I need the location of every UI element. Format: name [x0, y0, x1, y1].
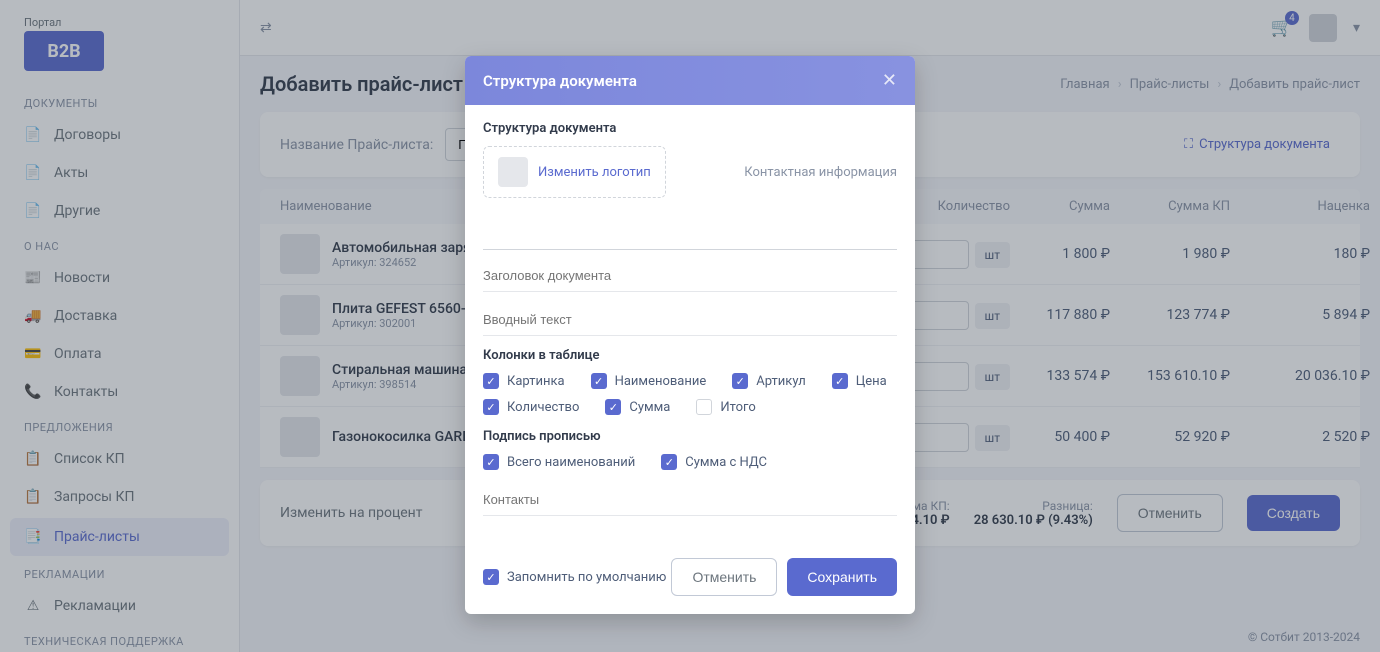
logo-placeholder: [498, 157, 528, 187]
modal-backdrop[interactable]: Структура документа ✕ Структура документ…: [0, 0, 1380, 652]
remember-label: Запомнить по умолчанию: [507, 570, 666, 585]
checkbox-icon: ✓: [483, 569, 499, 585]
checkbox-icon: ✓: [732, 373, 748, 389]
checkbox-icon: ✓: [832, 373, 848, 389]
columns-title: Колонки в таблице: [483, 348, 897, 363]
checkbox-item[interactable]: ✓ Сумма: [605, 399, 670, 415]
signature-checkboxes: ✓ Всего наименований ✓ Сумма с НДС: [483, 454, 897, 470]
checkbox-icon: ✓: [483, 454, 499, 470]
remember-checkbox[interactable]: ✓ Запомнить по умолчанию: [483, 569, 666, 585]
checkbox-label: Итого: [720, 400, 755, 415]
checkbox-label: Сумма: [629, 400, 670, 415]
checkbox-label: Цена: [856, 374, 887, 389]
section-title: Структура документа: [483, 121, 897, 136]
checkbox-icon: ✓: [591, 373, 607, 389]
checkbox-icon: ✓: [483, 399, 499, 415]
checkbox-label: Артикул: [756, 374, 805, 389]
checkbox-item[interactable]: Итого: [696, 399, 755, 415]
contact-info-link[interactable]: Контактная информация: [744, 165, 897, 180]
checkbox-icon: [696, 399, 712, 415]
modal-body: Структура документа Изменить логотип Кон…: [465, 105, 915, 544]
checkbox-item[interactable]: ✓ Всего наименований: [483, 454, 635, 470]
checkbox-label: Сумма с НДС: [685, 455, 767, 470]
checkbox-item[interactable]: ✓ Сумма с НДС: [661, 454, 767, 470]
columns-checkboxes: ✓ Картинка ✓ Наименование ✓ Артикул ✓ Цена ✓ Коли…: [483, 373, 897, 415]
checkbox-item[interactable]: ✓ Цена: [832, 373, 887, 389]
checkbox-label: Картинка: [507, 374, 565, 389]
checkbox-icon: ✓: [605, 399, 621, 415]
checkbox-item[interactable]: ✓ Количество: [483, 399, 579, 415]
logo-upload-row: Изменить логотип Контактная информация: [483, 146, 897, 198]
logo-upload-link: Изменить логотип: [538, 165, 651, 180]
checkbox-icon: ✓: [483, 373, 499, 389]
checkbox-label: Количество: [507, 400, 579, 415]
checkbox-item[interactable]: ✓ Картинка: [483, 373, 565, 389]
checkbox-label: Наименование: [615, 374, 707, 389]
signature-title: Подпись прописью: [483, 429, 897, 444]
intro-field[interactable]: [483, 304, 897, 336]
checkbox-item[interactable]: ✓ Наименование: [591, 373, 707, 389]
modal-actions: Отменить Сохранить: [671, 558, 897, 596]
modal-save-button[interactable]: Сохранить: [787, 558, 897, 596]
logo-upload[interactable]: Изменить логотип: [483, 146, 666, 198]
checkbox-icon: ✓: [661, 454, 677, 470]
header-field[interactable]: [483, 260, 897, 292]
modal: Структура документа ✕ Структура документ…: [465, 56, 915, 614]
modal-header: Структура документа ✕: [465, 56, 915, 105]
modal-title: Структура документа: [483, 72, 637, 90]
close-icon[interactable]: ✕: [882, 70, 897, 91]
checkbox-label: Всего наименований: [507, 455, 635, 470]
checkbox-item[interactable]: ✓ Артикул: [732, 373, 805, 389]
modal-cancel-button[interactable]: Отменить: [671, 558, 777, 596]
contacts-field[interactable]: [483, 484, 897, 516]
document-textarea[interactable]: [483, 210, 897, 250]
modal-footer: ✓ Запомнить по умолчанию Отменить Сохран…: [465, 544, 915, 614]
